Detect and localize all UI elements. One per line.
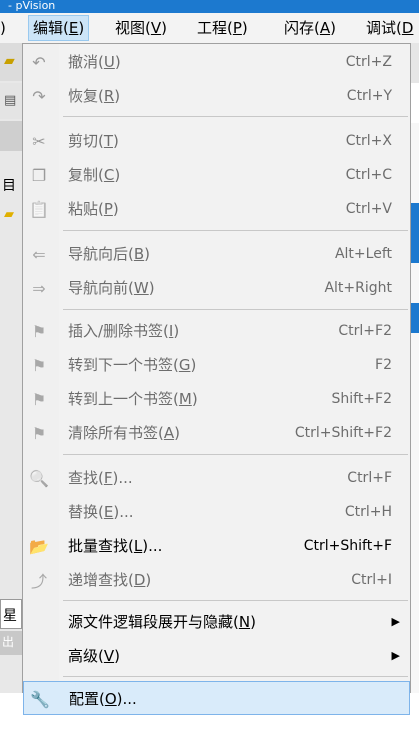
menu-bar: ) 编辑(E) 视图(V) 工程(P) 闪存(A) 调试(D (0, 13, 419, 43)
menu-item-advanced[interactable]: 高级(V) ▶ (23, 639, 410, 673)
menu-separator (63, 230, 408, 231)
menu-item-copy[interactable]: ❐ 复制(C) Ctrl+C (23, 158, 410, 192)
menu-separator (63, 600, 408, 601)
panel-header (0, 121, 22, 151)
shortcut: Ctrl+X (345, 133, 392, 149)
menu-item-navigate-forward[interactable]: ⇒ 导航向前(W) Alt+Right (23, 271, 410, 305)
arrow-left-icon: ⇐ (32, 244, 46, 264)
menu-edit[interactable]: 编辑(E) (28, 15, 90, 41)
right-toolbar-fragment (410, 43, 419, 83)
menu-item-outlining[interactable]: 源文件逻辑段展开与隐藏(N) ▶ (23, 605, 410, 639)
shortcut: Ctrl+H (344, 504, 392, 520)
right-accent-fragment-2 (410, 303, 419, 333)
output-tab[interactable]: 出 (0, 631, 22, 655)
menu-item-configure[interactable]: 🔧 配置(O)... (23, 681, 410, 715)
window-title-bar: - pVision (0, 0, 419, 13)
submenu-arrow-icon: ▶ (391, 615, 400, 628)
shortcut: Shift+F2 (331, 391, 392, 407)
bookmark-next-icon: ⚑ (31, 355, 47, 375)
menu-item-prev-bookmark[interactable]: ⚑ 转到上一个书签(M) Shift+F2 (23, 382, 410, 416)
menu-separator (63, 454, 408, 455)
menu-view[interactable]: 视图(V) (111, 15, 171, 41)
shortcut: Ctrl+I (351, 572, 392, 588)
shortcut: Ctrl+Shift+F2 (294, 425, 392, 441)
menu-item-clear-bookmarks[interactable]: ⚑ 清除所有书签(A) Ctrl+Shift+F2 (23, 416, 410, 450)
bookmark-toggle-icon: ⚑ (31, 321, 47, 341)
copy-icon: ❐ (31, 165, 47, 185)
menu-item-undo[interactable]: ↶ 撤消(U) Ctrl+Z (23, 45, 410, 79)
menu-item-incremental-find[interactable]: ⤴ 递增查找(D) Ctrl+I (23, 563, 410, 597)
project-tab[interactable]: 星 (0, 599, 22, 629)
folder-icon: ▰ (4, 207, 14, 222)
shortcut: F2 (375, 357, 392, 373)
shortcut: Ctrl+F2 (338, 323, 392, 339)
menubar-fragment: ) (0, 19, 6, 37)
window-title: - pVision (8, 0, 56, 12)
shortcut: Ctrl+Shift+F (303, 538, 392, 554)
menu-item-cut[interactable]: ✂ 剪切(T) Ctrl+X (23, 124, 410, 158)
menu-item-navigate-back[interactable]: ⇐ 导航向后(B) Alt+Left (23, 237, 410, 271)
background-app-left: ▰ ▤ 目 ▰ 星 出 (0, 43, 22, 693)
panel-tab-label: 目 (2, 178, 16, 194)
menu-separator (63, 116, 408, 117)
background-app-right (410, 43, 419, 693)
right-accent-fragment (410, 203, 419, 263)
right-pane-fragment (410, 83, 419, 123)
edit-menu-dropdown: ↶ 撤消(U) Ctrl+Z ↷ 恢复(R) Ctrl+Y ✂ 剪切(T) Ct… (22, 43, 411, 715)
document-icon: ▤ (4, 93, 17, 108)
find-icon: 🔍 (29, 468, 49, 488)
paste-icon: 📋 (29, 199, 49, 219)
shortcut: Alt+Right (324, 280, 392, 296)
shortcut: Ctrl+F (347, 470, 392, 486)
redo-icon: ↷ (32, 86, 46, 106)
shortcut: Ctrl+V (345, 201, 392, 217)
menu-item-toggle-bookmark[interactable]: ⚑ 插入/删除书签(I) Ctrl+F2 (23, 314, 410, 348)
bookmark-prev-icon: ⚑ (31, 389, 47, 409)
menu-project[interactable]: 工程(P) (193, 15, 252, 41)
toolbar-fragment-2: ▤ (0, 83, 22, 119)
shortcut: Alt+Left (334, 246, 392, 262)
menu-item-next-bookmark[interactable]: ⚑ 转到下一个书签(G) F2 (23, 348, 410, 382)
wrench-icon: 🔧 (30, 689, 50, 709)
menu-item-replace[interactable]: 替换(E)... Ctrl+H (23, 495, 410, 529)
menu-separator (63, 309, 408, 310)
incremental-find-icon: ⤴ (30, 572, 47, 591)
menu-debug[interactable]: 调试(D (362, 15, 417, 41)
menu-item-paste[interactable]: 📋 粘贴(P) Ctrl+V (23, 192, 410, 226)
menu-item-find[interactable]: 🔍 查找(F)... Ctrl+F (23, 461, 410, 495)
cut-icon: ✂ (32, 131, 46, 151)
menu-item-redo[interactable]: ↷ 恢复(R) Ctrl+Y (23, 79, 410, 113)
bookmark-clear-icon: ⚑ (31, 423, 47, 443)
submenu-arrow-icon: ▶ (391, 649, 400, 662)
undo-icon: ↶ (32, 52, 46, 72)
arrow-right-icon: ⇒ (32, 278, 46, 298)
shortcut: Ctrl+Z (345, 54, 392, 70)
menu-item-find-in-files[interactable]: 📂 批量查找(L)... Ctrl+Shift+F (23, 529, 410, 563)
menu-flash[interactable]: 闪存(A) (280, 15, 340, 41)
find-in-files-icon: 📂 (29, 536, 49, 556)
shortcut: Ctrl+Y (346, 88, 392, 104)
shortcut: Ctrl+C (345, 167, 392, 183)
toolbar-fragment: ▰ (0, 43, 22, 81)
folder-open-icon: ▰ (4, 53, 15, 69)
menu-separator (63, 676, 408, 677)
